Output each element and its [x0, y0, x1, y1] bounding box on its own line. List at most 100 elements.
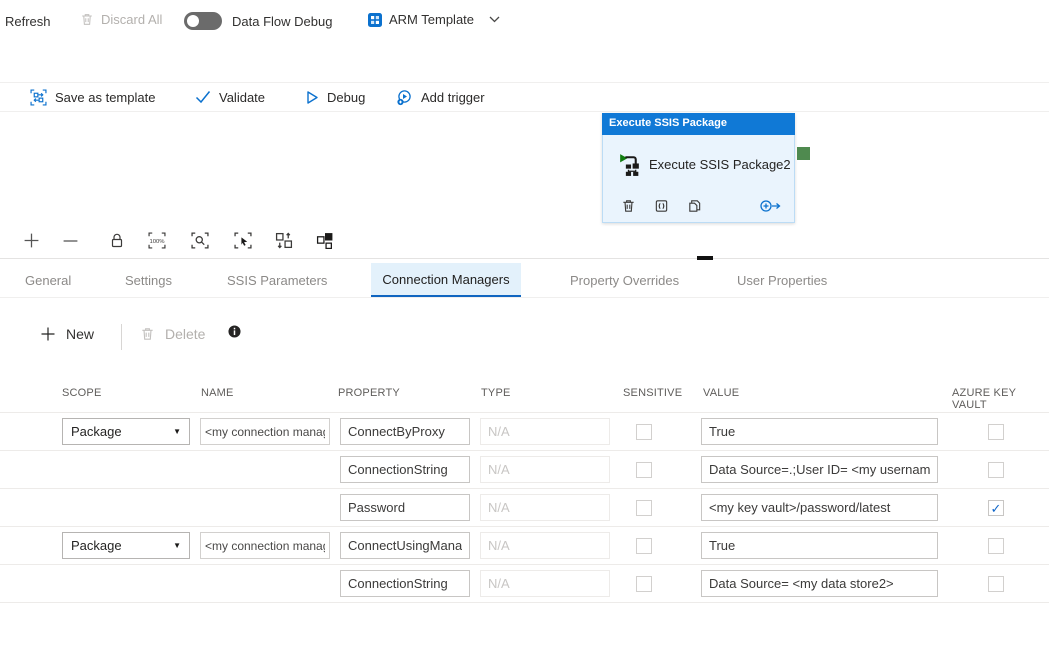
caret-down-icon: ▼	[173, 427, 181, 436]
value-input[interactable]	[701, 532, 938, 559]
sensitive-checkbox[interactable]	[636, 500, 652, 516]
pipeline-toolbar: Save as template Validate Debug Add trig…	[0, 82, 1049, 112]
table-row: Package ▼	[0, 413, 1049, 451]
activity-node-execute-ssis-package[interactable]: Execute SSIS Package Execute SSIS Packag…	[602, 113, 795, 223]
scope-select-value: Package	[71, 424, 122, 439]
svg-text:100%: 100%	[149, 239, 165, 245]
property-input[interactable]	[340, 570, 470, 597]
debug-label: Debug	[327, 90, 365, 105]
plus-icon	[40, 326, 56, 342]
property-input[interactable]	[340, 456, 470, 483]
scope-select-value: Package	[71, 538, 122, 553]
name-input[interactable]	[200, 532, 330, 559]
column-header-value: VALUE	[703, 387, 739, 399]
toggle-knob	[187, 15, 199, 27]
tab-ssis-parameters[interactable]: SSIS Parameters	[219, 263, 335, 297]
command-divider	[121, 324, 122, 350]
tab-general[interactable]: General	[17, 263, 79, 297]
pipeline-editor: Refresh Discard All Data Flow Debug ARM …	[0, 0, 1049, 652]
type-input[interactable]	[480, 570, 610, 597]
new-label: New	[66, 326, 94, 342]
activity-name-label: Execute SSIS Package2	[649, 157, 791, 172]
property-input[interactable]	[340, 494, 470, 521]
add-trigger-icon	[396, 89, 413, 106]
scope-select[interactable]: Package ▼	[62, 418, 190, 445]
debug-play-icon	[305, 90, 319, 105]
refresh-button[interactable]: Refresh	[5, 14, 51, 29]
save-as-template-icon	[30, 89, 47, 106]
property-input[interactable]	[340, 532, 470, 559]
azure-key-vault-checkbox[interactable]	[988, 500, 1004, 516]
column-header-name: NAME	[201, 387, 234, 399]
debug-button[interactable]: Debug	[305, 83, 365, 111]
add-next-activity-icon[interactable]	[759, 198, 781, 214]
column-header-azure-key-vault: AZURE KEY VAULT	[952, 387, 1049, 411]
table-row: ▼	[0, 565, 1049, 603]
scope-select[interactable]: Package ▼	[62, 532, 190, 559]
activity-output-port[interactable]	[797, 147, 810, 160]
tab-user-properties[interactable]: User Properties	[729, 263, 835, 297]
tab-property-overrides[interactable]: Property Overrides	[562, 263, 687, 297]
sensitive-checkbox[interactable]	[636, 424, 652, 440]
discard-all-label: Discard All	[101, 12, 162, 27]
value-input[interactable]	[701, 570, 938, 597]
add-trigger-button[interactable]: Add trigger	[396, 83, 485, 111]
azure-key-vault-checkbox[interactable]	[988, 424, 1004, 440]
table-row: Package ▼	[0, 527, 1049, 565]
value-input[interactable]	[701, 494, 938, 521]
type-input[interactable]	[480, 494, 610, 521]
clone-activity-icon[interactable]	[687, 198, 702, 214]
trash-icon	[140, 326, 155, 342]
chevron-down-icon	[489, 16, 500, 23]
activity-actions	[621, 198, 781, 214]
caret-down-icon: ▼	[173, 541, 181, 550]
azure-key-vault-checkbox[interactable]	[988, 462, 1004, 478]
add-trigger-label: Add trigger	[421, 90, 485, 105]
zoom-to-fit-icon[interactable]	[191, 232, 209, 249]
discard-all-button[interactable]: Discard All	[80, 12, 162, 27]
sensitive-checkbox[interactable]	[636, 462, 652, 478]
type-input[interactable]	[480, 532, 610, 559]
info-icon[interactable]	[228, 325, 241, 338]
activity-code-icon[interactable]	[654, 198, 669, 214]
arm-template-icon	[368, 13, 382, 27]
type-input[interactable]	[480, 418, 610, 445]
column-header-property: PROPERTY	[338, 387, 400, 399]
auto-align-icon[interactable]	[275, 232, 293, 249]
new-button[interactable]: New	[40, 326, 94, 342]
save-as-template-button[interactable]: Save as template	[30, 83, 155, 111]
reset-zoom-icon[interactable]: 100%	[148, 232, 166, 249]
name-input[interactable]	[200, 418, 330, 445]
panel-divider	[0, 258, 1049, 259]
arm-template-label: ARM Template	[389, 12, 474, 27]
validate-label: Validate	[219, 90, 265, 105]
properties-tabs: General Settings SSIS Parameters Connect…	[0, 263, 1049, 298]
sensitive-checkbox[interactable]	[636, 576, 652, 592]
data-flow-debug-toggle[interactable]	[184, 12, 222, 30]
validate-button[interactable]: Validate	[195, 83, 265, 111]
delete-button[interactable]: Delete	[140, 326, 205, 342]
value-input[interactable]	[701, 456, 938, 483]
sensitive-checkbox[interactable]	[636, 538, 652, 554]
zoom-out-icon[interactable]	[62, 239, 79, 243]
zoom-in-icon[interactable]	[23, 232, 40, 249]
type-input[interactable]	[480, 456, 610, 483]
tab-connection-managers[interactable]: Connection Managers	[371, 263, 521, 297]
delete-label: Delete	[165, 326, 205, 342]
azure-key-vault-checkbox[interactable]	[988, 576, 1004, 592]
column-header-type: TYPE	[481, 387, 511, 399]
arm-template-menu[interactable]: ARM Template	[368, 12, 500, 27]
column-header-sensitive: SENSITIVE	[623, 387, 682, 399]
tab-settings[interactable]: Settings	[117, 263, 180, 297]
property-input[interactable]	[340, 418, 470, 445]
value-input[interactable]	[701, 418, 938, 445]
lock-canvas-icon[interactable]	[109, 232, 125, 249]
ssis-package-icon	[616, 151, 643, 178]
azure-key-vault-checkbox[interactable]	[988, 538, 1004, 554]
connection-managers-table-body: Package ▼ ▼ ▼	[0, 412, 1049, 603]
delete-activity-icon[interactable]	[621, 198, 636, 214]
panel-resize-handle[interactable]	[697, 256, 713, 260]
multi-select-icon[interactable]	[234, 232, 252, 249]
minimap-icon[interactable]	[316, 232, 334, 249]
data-flow-debug-label: Data Flow Debug	[232, 14, 332, 29]
